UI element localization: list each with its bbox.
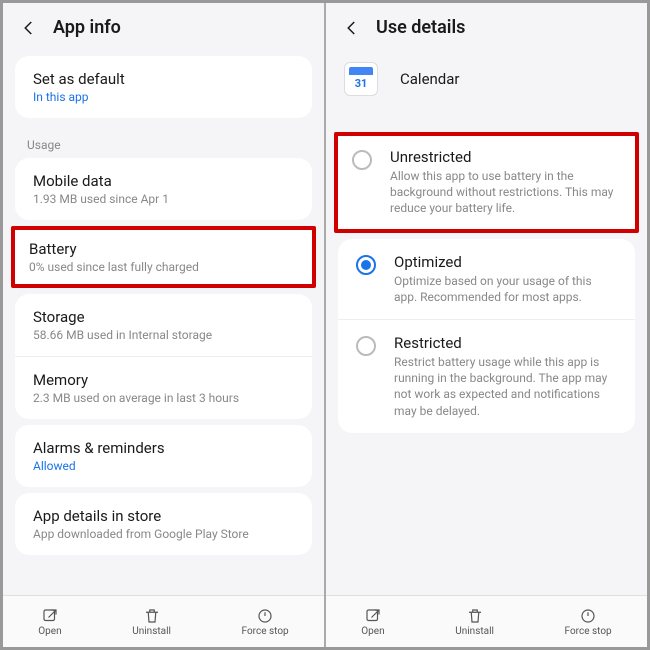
radio-optimized[interactable] [356, 255, 376, 275]
app-name: Calendar [400, 70, 460, 88]
page-title: Use details [376, 17, 465, 38]
card-options: Optimized Optimize based on your usage o… [338, 239, 635, 433]
card-store: App details in store App downloaded from… [15, 493, 312, 555]
force-stop-button[interactable]: Force stop [242, 607, 289, 637]
row-mobile-data[interactable]: Mobile data 1.93 MB used since Apr 1 [15, 158, 312, 220]
card-alarms: Alarms & reminders Allowed [15, 425, 312, 487]
header-app-info: App info [3, 3, 324, 50]
row-store[interactable]: App details in store App downloaded from… [15, 493, 312, 555]
option-optimized[interactable]: Optimized Optimize based on your usage o… [338, 239, 635, 319]
row-battery-highlighted[interactable]: Battery 0% used since last fully charged [11, 226, 316, 288]
pane-use-details: Use details 31 Calendar Unrestricted All… [324, 3, 647, 647]
radio-unrestricted[interactable] [352, 150, 372, 170]
row-storage[interactable]: Storage 58.66 MB used in Internal storag… [15, 294, 312, 356]
option-unrestricted-highlighted[interactable]: Unrestricted Allow this app to use batte… [334, 132, 639, 233]
section-label-usage: Usage [3, 124, 324, 158]
uninstall-button[interactable]: Uninstall [132, 607, 171, 637]
radio-restricted[interactable] [356, 336, 376, 356]
back-icon[interactable] [19, 18, 39, 38]
bottom-bar: Open Uninstall Force stop [3, 595, 324, 647]
page-title: App info [53, 17, 121, 38]
row-memory[interactable]: Memory 2.3 MB used on average in last 3 … [15, 356, 312, 419]
uninstall-button[interactable]: Uninstall [455, 607, 494, 637]
card-usage-top: Mobile data 1.93 MB used since Apr 1 [15, 158, 312, 220]
force-stop-button[interactable]: Force stop [565, 607, 612, 637]
open-button[interactable]: Open [38, 607, 61, 637]
card-default: Set as default In this app [15, 56, 312, 118]
card-usage-bottom: Storage 58.66 MB used in Internal storag… [15, 294, 312, 419]
bottom-bar: Open Uninstall Force stop [326, 595, 647, 647]
calendar-icon: 31 [344, 62, 378, 96]
option-restricted[interactable]: Restricted Restrict battery usage while … [338, 319, 635, 433]
row-alarms[interactable]: Alarms & reminders Allowed [15, 425, 312, 487]
app-header: 31 Calendar [326, 50, 647, 102]
row-set-as-default[interactable]: Set as default In this app [15, 56, 312, 118]
back-icon[interactable] [342, 18, 362, 38]
header-use-details: Use details [326, 3, 647, 50]
pane-app-info: App info Set as default In this app Usag… [3, 3, 324, 647]
open-button[interactable]: Open [361, 607, 384, 637]
